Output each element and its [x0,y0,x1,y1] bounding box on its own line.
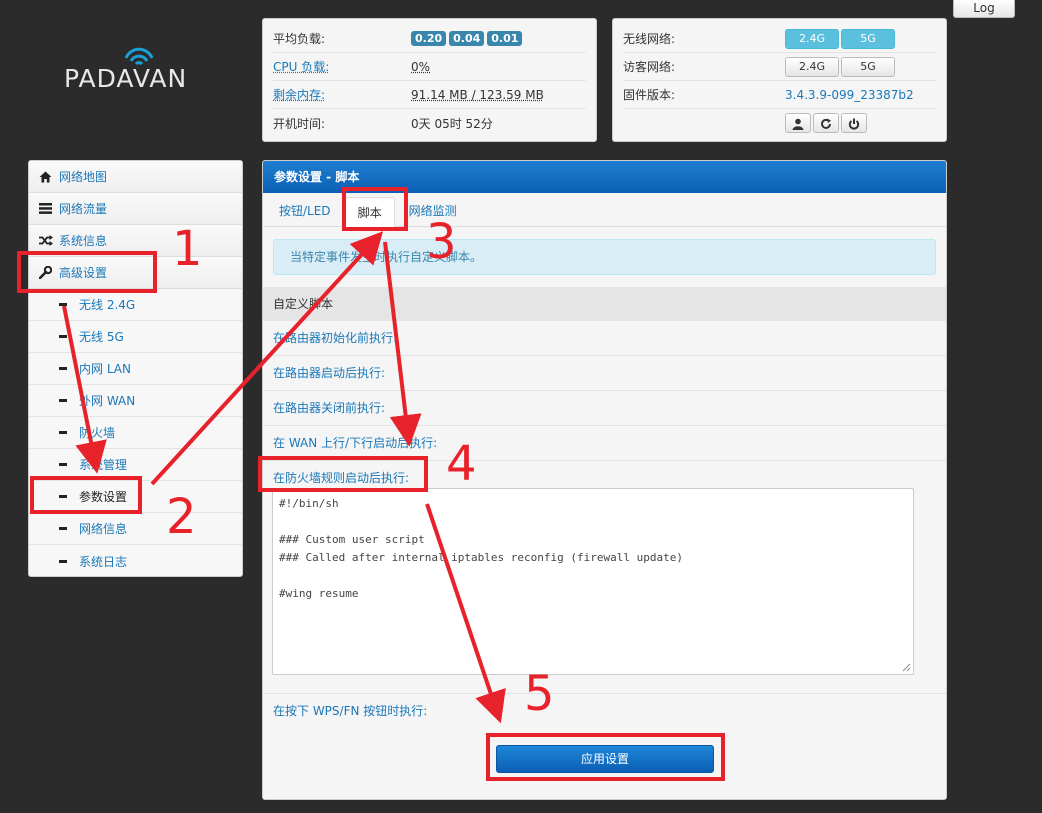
script-row-post-start[interactable]: 在路由器启动后执行: [263,356,946,391]
info-alert: 当特定事件发生时执行自定义脚本。 [273,239,936,275]
annotation-number-2: 2 [166,489,197,545]
dash-icon [59,463,67,466]
firmware-label: 固件版本: [623,88,676,102]
wrench-icon [39,266,59,279]
wireless-row: 无线网络: 2.4G 5G [623,25,936,53]
sidebar-sub-label: 无线 2.4G [79,298,136,312]
wireless-5g-button[interactable]: 5G [841,28,895,49]
sidebar-sub-label: 系统管理 [79,458,128,472]
sidebar-sub-parameters[interactable]: 参数设置 [29,481,242,513]
dash-icon [59,367,67,370]
sidebar-sub-lan[interactable]: 内网 LAN [29,353,242,385]
memory-value: 91.14 MB / 123.59 MB [411,87,544,102]
list-icon [39,203,59,214]
load-row: 平均负载: 0.20 0.04 0.01 [273,25,586,53]
network-status-panel: 无线网络: 2.4G 5G 访客网络: 2.4G 5G 固件版本: 3.4.3.… [612,18,947,142]
dash-icon [59,495,67,498]
section-heading: 自定义脚本 [263,287,946,321]
sidebar-item-traffic[interactable]: 网络流量 [29,193,242,225]
cpu-value: 0% [411,59,431,74]
load-label: 平均负载: [273,32,326,46]
sidebar-sub-label: 内网 LAN [79,362,131,376]
uptime-value: 0天 05时 52分 [411,116,493,131]
sidebar-sub-label: 防火墙 [79,426,116,440]
tab-scripts[interactable]: 脚本 [344,197,395,227]
firmware-link[interactable]: 3.4.3.9-099_23387b2 [785,88,914,102]
sidebar: 网络地图 网络流量 系统信息 高级设置 无线 2.4G 无线 5G 内网 LAN… [28,160,243,577]
annotation-number-4: 4 [446,436,477,492]
sidebar-sub-label: 外网 WAN [79,394,136,408]
wireless-24g-button[interactable]: 2.4G [785,28,839,49]
cpu-row: CPU 负载: 0% [273,53,586,81]
script-content: #!/bin/sh ### Custom user script ### Cal… [279,497,683,600]
tab-bar: 按钮/LED 脚本 网络监测 [263,193,946,227]
guest-label: 访客网络: [623,60,676,74]
resize-handle-icon[interactable] [902,663,911,672]
load-5min-badge: 0.04 [449,31,485,46]
sidebar-item-label: 系统信息 [59,234,108,248]
memory-row: 剩余内存: 91.14 MB / 123.59 MB [273,81,586,109]
sidebar-sub-label: 网络信息 [79,522,128,536]
load-1min-badge: 0.20 [411,31,447,46]
refresh-icon[interactable] [813,113,839,133]
dash-icon [59,335,67,338]
script-row-wan-updown[interactable]: 在 WAN 上行/下行启动后执行: [263,426,946,461]
guest-24g-button[interactable]: 2.4G [785,56,839,77]
sidebar-item-network-map[interactable]: 网络地图 [29,161,242,193]
padavan-logo: PADAVAN [64,44,214,114]
main-panel: 参数设置 - 脚本 按钮/LED 脚本 网络监测 当特定事件发生时执行自定义脚本… [262,160,947,800]
firewall-script-textarea[interactable]: #!/bin/sh ### Custom user script ### Cal… [272,488,914,675]
logo-text: PADAVAN [64,64,188,93]
log-button[interactable]: Log [953,0,1015,18]
user-icon[interactable] [785,113,811,133]
dash-icon [59,559,67,563]
sidebar-sub-administration[interactable]: 系统管理 [29,449,242,481]
load-15min-badge: 0.01 [487,31,523,46]
power-icon[interactable] [841,113,867,133]
page-title: 参数设置 - 脚本 [263,161,946,193]
sidebar-sub-wireless-5g[interactable]: 无线 5G [29,321,242,353]
script-row-pre-shutdown[interactable]: 在路由器关闭前执行: [263,391,946,426]
dash-icon [59,399,67,402]
sidebar-sub-system-log[interactable]: 系统日志 [29,545,242,576]
sidebar-sub-wireless-24g[interactable]: 无线 2.4G [29,289,242,321]
sidebar-item-label: 高级设置 [59,266,108,280]
tab-buttons-led[interactable]: 按钮/LED [273,196,337,226]
home-icon [39,171,59,183]
sidebar-sub-label: 系统日志 [79,554,128,569]
guest-5g-button[interactable]: 5G [841,56,895,77]
system-status-panel: 平均负载: 0.20 0.04 0.01 CPU 负载: 0% 剩余内存: 91.1… [262,18,597,142]
sidebar-item-label: 网络地图 [59,170,108,184]
sidebar-sub-firewall[interactable]: 防火墙 [29,417,242,449]
dash-icon [59,303,67,306]
sidebar-sub-label: 参数设置 [79,490,128,504]
guest-row: 访客网络: 2.4G 5G [623,53,936,81]
memory-link[interactable]: 剩余内存: [273,86,411,103]
uptime-label: 开机时间: [273,116,326,131]
sidebar-sub-label: 无线 5G [79,330,124,344]
annotation-number-3: 3 [426,214,457,270]
firmware-row: 固件版本: 3.4.3.9-099_23387b2 [623,81,936,109]
actions-row [623,109,936,137]
uptime-row: 开机时间: 0天 05时 52分 [273,109,586,137]
annotation-number-1: 1 [172,221,203,277]
dash-icon [59,527,67,530]
sidebar-sub-network-info[interactable]: 网络信息 [29,513,242,545]
sidebar-sub-wan[interactable]: 外网 WAN [29,385,242,417]
dash-icon [59,431,67,434]
script-row-pre-init[interactable]: 在路由器初始化前执行: [263,321,946,356]
apply-button[interactable]: 应用设置 [496,745,714,773]
wireless-label: 无线网络: [623,32,676,46]
wifi-signal-icon [124,47,154,66]
sidebar-item-system-info[interactable]: 系统信息 [29,225,242,257]
sidebar-item-label: 网络流量 [59,202,108,216]
sidebar-item-advanced[interactable]: 高级设置 [29,257,242,289]
cpu-load-link[interactable]: CPU 负载: [273,58,411,75]
shuffle-icon [39,235,59,246]
script-row-wps[interactable]: 在按下 WPS/FN 按钮时执行: [263,693,946,728]
annotation-number-5: 5 [524,666,555,722]
